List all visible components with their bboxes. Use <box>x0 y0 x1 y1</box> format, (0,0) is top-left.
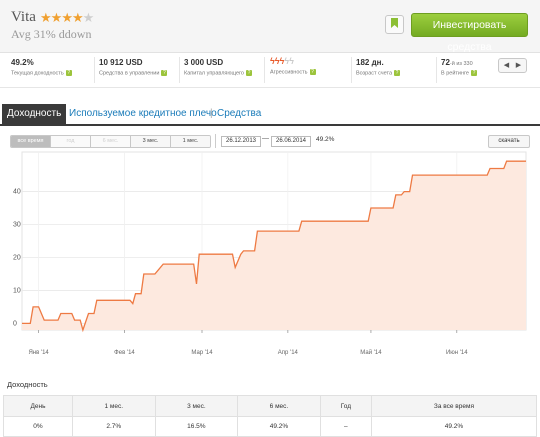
stat-funds-label: Средства в управлении <box>99 70 160 77</box>
help-icon[interactable]: ? <box>161 70 168 76</box>
rating-stars: ★★★★★ <box>40 10 95 26</box>
stat-rank-position: 72 <box>441 58 450 67</box>
next-arrow-icon[interactable]: ▶ <box>513 59 525 72</box>
value-1m: 2.7% <box>71 416 156 437</box>
tab-funds[interactable]: Средства <box>217 104 261 124</box>
tab-bar: Доходность Используемое кредитное плечо … <box>0 104 540 126</box>
help-icon[interactable]: ? <box>246 70 252 76</box>
header-bar: Vita ★★★★★ Avg 31% ddown Инвестировать с… <box>0 0 540 53</box>
range-buttons: все время год 6 мес. 3 мес. 1 мес. <box>10 135 211 148</box>
y-tick-label: 40 <box>13 189 21 196</box>
trader-name: Vita <box>11 9 36 25</box>
stat-age-value: 182 дн. <box>356 58 384 67</box>
tab-leverage[interactable]: Используемое кредитное плечо <box>69 104 217 124</box>
stat-rank-total: -й из 330 <box>449 61 473 67</box>
stat-yield: 49.2% Текущая доходность? <box>11 58 72 84</box>
x-tick-label: Май '14 <box>360 349 382 356</box>
prev-arrow-icon[interactable]: ◀ <box>501 59 513 72</box>
stat-rank-label: В рейтинге <box>441 70 469 77</box>
y-tick-label: 20 <box>13 254 21 261</box>
help-icon[interactable]: ? <box>309 69 316 75</box>
range-6-months[interactable]: 6 мес. <box>91 136 131 147</box>
aggressiveness-bolts: ϟϟϟϟϟ <box>270 56 316 66</box>
header-6m: 6 мес. <box>237 395 321 417</box>
stat-age: 182 дн. Возраст счета? <box>356 58 401 84</box>
stat-funds-value: 10 912 USD <box>99 58 143 67</box>
header-day: День <box>3 395 73 417</box>
stat-aggressiveness-label: Агрессивность <box>270 69 308 76</box>
table-row: 0% 2.7% 16.5% 49.2% – 49.2% <box>3 416 538 437</box>
lightning-icon: ϟ <box>289 56 294 66</box>
help-icon[interactable]: ? <box>65 70 72 76</box>
stat-yield-label: Текущая доходность <box>11 70 64 77</box>
range-year[interactable]: год <box>51 136 91 147</box>
date-dash: — <box>262 135 269 142</box>
x-tick-label: Мар '14 <box>191 350 213 356</box>
value-year: – <box>319 416 372 437</box>
stat-capital-label: Капитал управляющего <box>184 70 244 77</box>
range-3-months[interactable]: 3 мес. <box>131 136 171 147</box>
returns-chart: 0 10 20 30 40 Янв '14 Фев '14 Мар '14 Апр '14 Май… <box>13 151 527 356</box>
bookmark-button[interactable] <box>385 15 404 34</box>
x-tick-label: Июн '14 <box>446 350 468 356</box>
star-icon: ★ <box>40 10 52 25</box>
value-3m: 16.5% <box>154 416 239 437</box>
value-all-time: 49.2% <box>370 416 538 437</box>
invest-button[interactable]: Инвестировать средства <box>411 13 528 53</box>
star-icon: ★ <box>71 10 84 25</box>
returns-section-title: Доходность <box>7 380 48 389</box>
period-return: 49.2% <box>316 136 335 143</box>
header-year: Год <box>319 395 372 417</box>
star-icon: ★ <box>50 10 63 25</box>
y-tick-label: 30 <box>13 222 21 229</box>
star-icon: ★ <box>61 10 73 25</box>
date-to-input[interactable]: 26.06.2014 <box>271 136 311 147</box>
range-1-month[interactable]: 1 мес. <box>171 136 210 147</box>
trader-subtitle: Avg 31% ddown <box>11 27 92 41</box>
y-tick-label: 10 <box>13 287 21 294</box>
stats-bar: 49.2% Текущая доходность? 10 912 USD Сре… <box>0 53 540 88</box>
stat-capital: 3 000 USD Капитал управляющего? <box>184 58 252 84</box>
stat-capital-value: 3 000 USD <box>184 58 224 67</box>
header-3m: 3 мес. <box>154 395 239 417</box>
stat-aggressiveness: ϟϟϟϟϟ Агрессивность? <box>270 56 316 84</box>
value-day: 0% <box>3 416 73 437</box>
stat-yield-value: 49.2% <box>11 58 34 67</box>
date-from-input[interactable]: 26.12.2013 <box>221 136 261 147</box>
download-button[interactable]: скачать <box>488 135 530 148</box>
help-icon[interactable]: ? <box>470 70 477 76</box>
range-all-time[interactable]: все время <box>11 136 51 147</box>
x-tick-label: Апр '14 <box>278 350 299 356</box>
stat-funds: 10 912 USD Средства в управлении? <box>99 58 168 84</box>
header-1m: 1 мес. <box>71 395 156 417</box>
table-header-row: День 1 мес. 3 мес. 6 мес. Год За все вре… <box>3 395 538 417</box>
returns-table: День 1 мес. 3 мес. 6 мес. Год За все вре… <box>3 395 538 437</box>
star-icon: ★ <box>82 10 95 25</box>
bookmark-icon <box>391 18 398 28</box>
y-tick-label: 0 <box>13 320 17 327</box>
x-tick-label: Янв '14 <box>28 350 49 356</box>
help-icon[interactable]: ? <box>394 70 401 76</box>
stat-age-label: Возраст счета <box>356 70 393 77</box>
header-all-time: За все время <box>370 395 538 417</box>
tab-returns[interactable]: Доходность <box>2 104 67 124</box>
value-6m: 49.2% <box>237 416 321 437</box>
stat-rank: 72-й из 330 В рейтинге? <box>441 58 477 84</box>
x-tick-label: Фев '14 <box>114 350 135 356</box>
pager: ◀ ▶ <box>498 58 527 73</box>
